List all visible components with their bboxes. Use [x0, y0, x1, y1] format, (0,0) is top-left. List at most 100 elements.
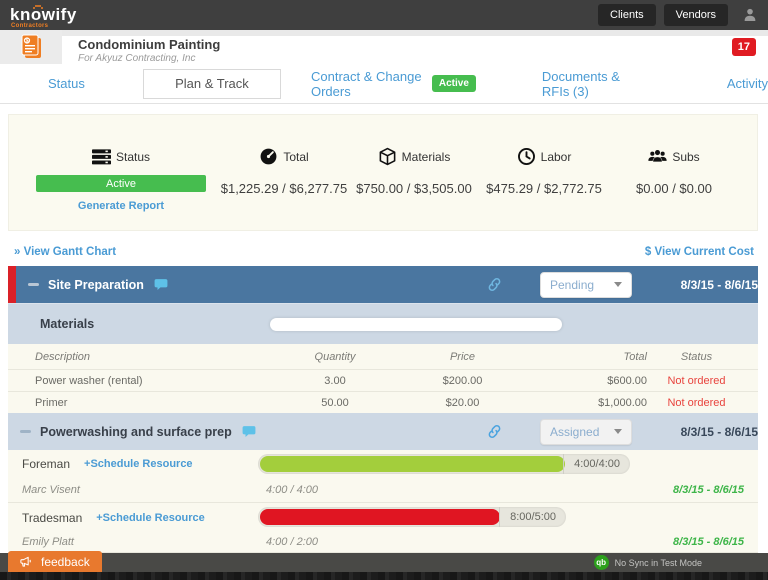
job-header: $ Condominium Painting For Akyuz Contrac… [0, 36, 768, 64]
resource-role: Tradesman [22, 511, 82, 525]
task-status-value: Assigned [550, 425, 614, 439]
notification-badge[interactable]: 17 [732, 38, 756, 56]
resource-row-tradesman: Tradesman +Schedule Resource 8:00/5:00 [8, 503, 758, 532]
view-gantt-link[interactable]: » View Gantt Chart [14, 246, 116, 258]
cell-status: Not ordered [647, 375, 746, 387]
megaphone-icon [20, 555, 34, 569]
cell-price: $20.00 [390, 397, 535, 409]
comment-icon[interactable] [154, 278, 168, 292]
job-title-block: Condominium Painting For Akyuz Contracti… [78, 30, 220, 64]
hours-progress-label: 8:00/5:00 [499, 507, 566, 527]
col-price: Price [390, 351, 535, 363]
resource-name: Emily Platt [22, 536, 74, 548]
status-active-button[interactable]: Active [36, 175, 206, 192]
phase-status-value: Pending [550, 278, 614, 292]
comment-icon[interactable] [242, 425, 256, 439]
materials-card-label: Materials [402, 150, 451, 164]
status-card-label: Status [116, 150, 150, 164]
quickbooks-icon: qb [594, 555, 609, 570]
job-client: For Akyuz Contracting, Inc [78, 53, 220, 64]
logo-crown-icon [37, 5, 39, 7]
invoice-document-icon: $ [19, 34, 43, 60]
link-icon[interactable] [487, 424, 502, 439]
table-row[interactable]: Primer 50.00 $20.00 $1,000.00 Not ordere… [8, 391, 758, 413]
collapse-icon[interactable] [20, 323, 31, 326]
gantt-chevrons-icon: » [14, 246, 20, 258]
logo-subtext: Contractors [11, 23, 48, 29]
links-row: » View Gantt Chart $ View Current Cost [0, 231, 768, 266]
cell-total: $1,000.00 [535, 397, 647, 409]
sync-status-text: No Sync in Test Mode [615, 558, 702, 568]
phase-dates: 8/3/15 - 8/6/15 [638, 278, 758, 292]
collapse-icon[interactable] [20, 430, 31, 433]
labor-card-label: Labor [541, 150, 572, 164]
summary-panel: Status Active Generate Report Total $1,2… [8, 114, 758, 231]
chevron-down-icon [614, 429, 622, 434]
footer-bar: feedback qb No Sync in Test Mode [0, 553, 768, 572]
phase-site-preparation: Site Preparation Pending 8/3/15 - 8/6/15 [8, 266, 758, 303]
resources-section: Foreman +Schedule Resource 4:00/4:00 Mar… [8, 450, 758, 553]
task-status-dropdown[interactable]: Assigned [540, 419, 632, 445]
materials-progress-bar [270, 318, 562, 331]
cell-quantity: 50.00 [280, 397, 390, 409]
tab-plan-track[interactable]: Plan & Track [143, 69, 281, 99]
top-bar: knowify Contractors Clients Vendors [0, 0, 768, 30]
hours-progress-label: 4:00/4:00 [563, 454, 630, 474]
status-stack-icon [92, 147, 111, 166]
materials-table: Description Quantity Price Total Status … [8, 344, 758, 413]
collapse-icon[interactable] [28, 283, 39, 286]
col-total: Total [535, 351, 647, 363]
contract-active-badge: Active [432, 75, 476, 92]
generate-report-link[interactable]: Generate Report [78, 200, 164, 212]
resource-row-foreman: Foreman +Schedule Resource 4:00/4:00 [8, 450, 758, 478]
hours-progress-fill [260, 456, 565, 472]
subs-card-value: $0.00 / $0.00 [636, 181, 712, 196]
table-row[interactable]: Power washer (rental) 3.00 $200.00 $600.… [8, 369, 758, 391]
gauge-icon [259, 147, 278, 166]
view-cost-link[interactable]: $ View Current Cost [645, 246, 754, 258]
feedback-button[interactable]: feedback [8, 551, 102, 572]
cube-icon [378, 147, 397, 166]
tab-status[interactable]: Status [48, 76, 85, 91]
subs-card: Subs $0.00 / $0.00 [609, 147, 739, 230]
status-card-head: Status [92, 147, 150, 166]
labor-card-value: $475.29 / $2,772.75 [486, 181, 602, 196]
phase-title: Site Preparation [48, 278, 144, 292]
topbar-actions: Clients Vendors [598, 4, 758, 26]
task-powerwashing: Powerwashing and surface prep Assigned 8… [8, 413, 758, 450]
job-icon-block: $ [0, 30, 62, 64]
user-icon[interactable] [742, 7, 758, 23]
total-card-label: Total [283, 150, 308, 164]
logo-text: knowify [10, 5, 77, 24]
phase-status-dropdown[interactable]: Pending [540, 272, 632, 298]
resource-role: Foreman [22, 457, 70, 471]
resource-hours: 4:00 / 4:00 [266, 484, 318, 496]
cell-price: $200.00 [390, 375, 535, 387]
clients-button[interactable]: Clients [598, 4, 656, 26]
tab-contract[interactable]: Contract & Change Orders Active [311, 69, 476, 99]
resource-dates: 8/3/15 - 8/6/15 [673, 536, 744, 548]
resource-dates: 8/3/15 - 8/6/15 [673, 484, 744, 496]
vendors-button[interactable]: Vendors [664, 4, 728, 26]
link-icon[interactable] [487, 277, 502, 292]
schedule-resource-link[interactable]: +Schedule Resource [84, 458, 193, 470]
knowify-logo[interactable]: knowify Contractors [10, 6, 77, 24]
subs-card-label: Subs [672, 150, 699, 164]
tab-activity[interactable]: Activity [727, 76, 768, 91]
tab-documents[interactable]: Documents & RFIs (3) [542, 69, 645, 99]
col-description: Description [35, 351, 280, 363]
cell-quantity: 3.00 [280, 375, 390, 387]
dollar-icon: $ [645, 246, 651, 258]
quickbooks-status: qb No Sync in Test Mode [594, 555, 702, 570]
view-gantt-label: View Gantt Chart [24, 246, 116, 258]
resource-hours: 4:00 / 2:00 [266, 536, 318, 548]
col-quantity: Quantity [280, 351, 390, 363]
resource-name: Marc Visent [22, 484, 80, 496]
hours-progress-bar: 8:00/5:00 [258, 507, 566, 527]
schedule-resource-link[interactable]: +Schedule Resource [96, 512, 205, 524]
desktop-background-strip [0, 572, 768, 580]
cell-total: $600.00 [535, 375, 647, 387]
tab-bar: Status Plan & Track Contract & Change Or… [0, 64, 768, 104]
tab-contract-label[interactable]: Contract & Change Orders [311, 69, 424, 99]
view-cost-label: View Current Cost [655, 246, 754, 258]
